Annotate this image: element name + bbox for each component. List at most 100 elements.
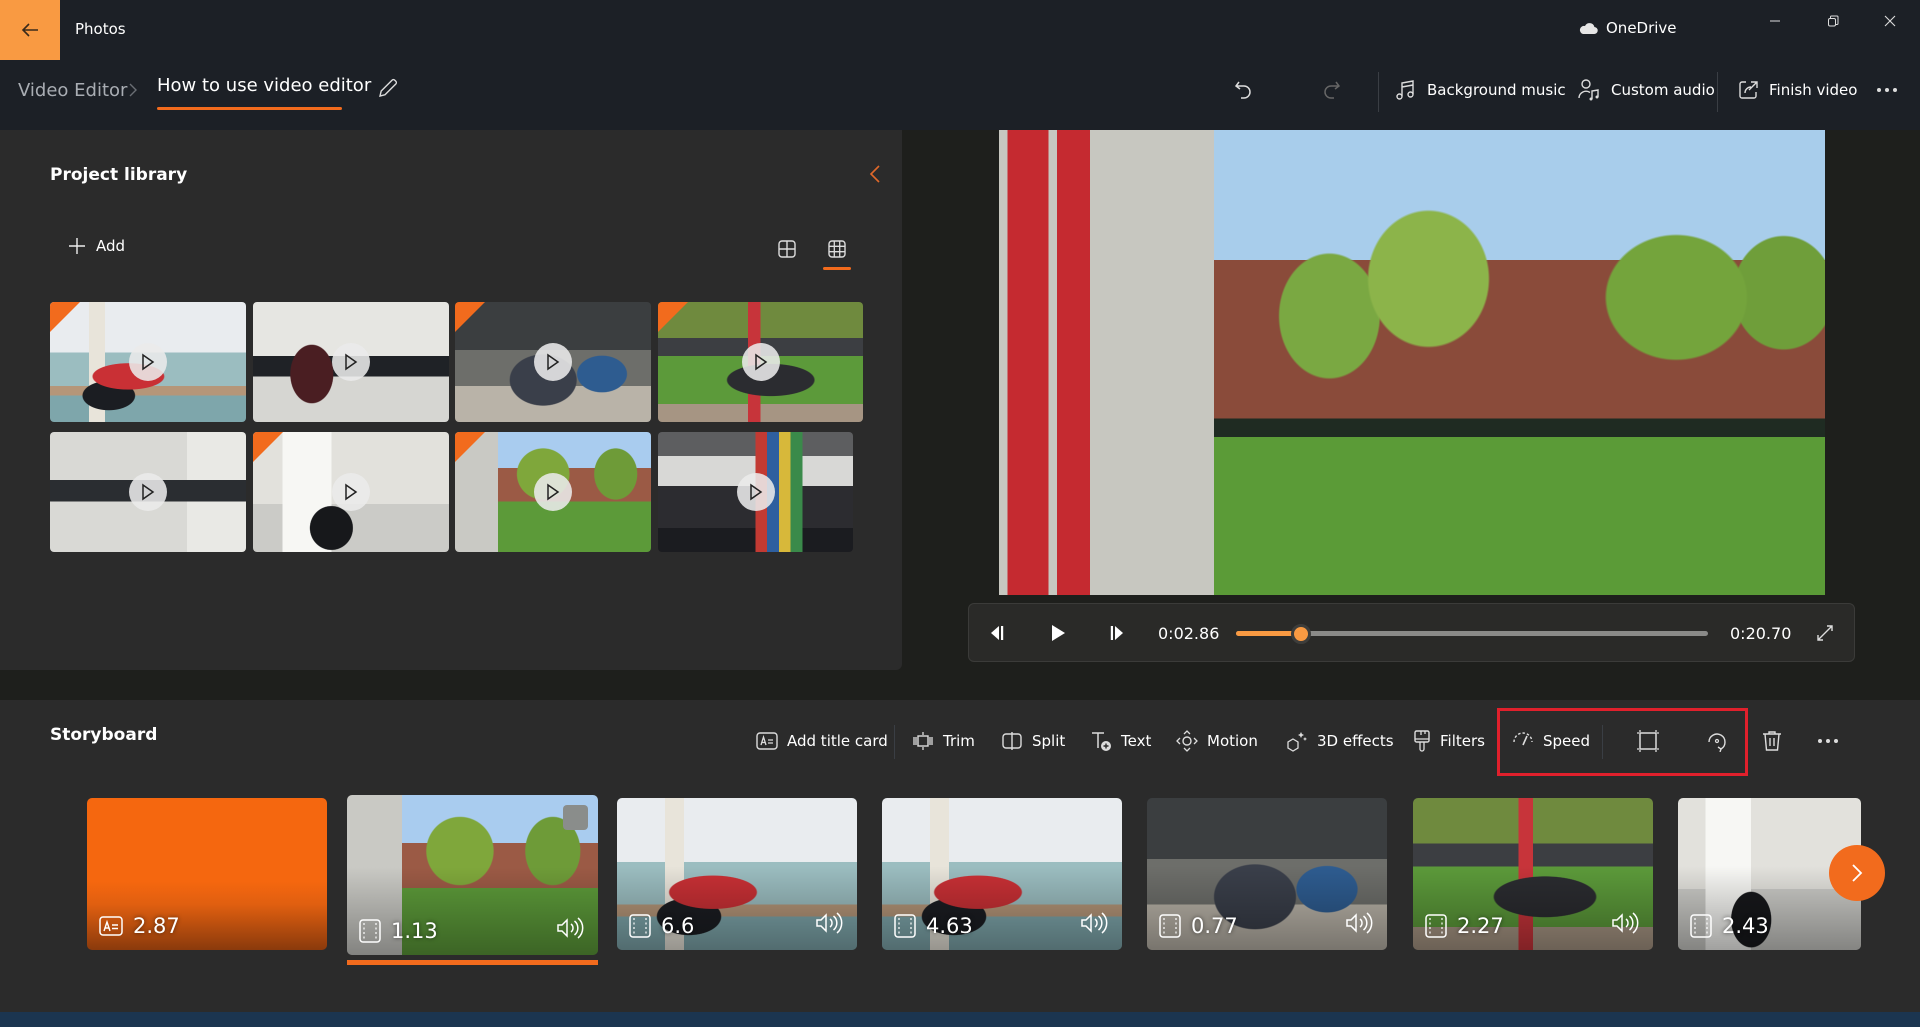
play-icon: [332, 343, 370, 381]
library-item[interactable]: [658, 302, 863, 422]
film-icon: [1159, 914, 1181, 938]
speaker-icon[interactable]: [1611, 912, 1639, 934]
library-item[interactable]: [50, 432, 246, 552]
filters-button[interactable]: Filters: [1413, 723, 1485, 759]
library-item[interactable]: [455, 432, 651, 552]
project-title[interactable]: How to use video editor: [157, 75, 371, 96]
speaker-icon[interactable]: [815, 912, 843, 934]
in-storyboard-badge: [50, 302, 80, 332]
next-frame-button[interactable]: [1102, 618, 1132, 648]
storyboard-clip[interactable]: 2.27: [1413, 798, 1653, 950]
more-options-button[interactable]: [1876, 73, 1898, 107]
storyboard-clip[interactable]: 6.6: [617, 798, 857, 950]
chevron-left-icon: [869, 165, 880, 183]
small-grid-view-button[interactable]: [824, 236, 850, 262]
clip-label: 2.87: [99, 914, 180, 938]
grid-2x2-icon: [778, 240, 796, 258]
trash-icon: [1763, 731, 1781, 751]
add-label: Add: [96, 237, 126, 255]
onedrive-button[interactable]: OneDrive: [1578, 19, 1677, 37]
storyboard-clip-title-card[interactable]: 2.87: [87, 798, 327, 950]
speaker-icon[interactable]: [556, 917, 584, 939]
chevron-right-icon: [129, 83, 137, 97]
storyboard-clip[interactable]: 4.63: [882, 798, 1122, 950]
remove-black-bars-button[interactable]: [1636, 723, 1660, 759]
close-window-button[interactable]: [1862, 0, 1918, 42]
redo-button[interactable]: [1320, 73, 1342, 107]
clip-label: 6.6: [629, 914, 694, 938]
trim-icon: [913, 732, 933, 750]
minimize-button[interactable]: [1747, 0, 1803, 42]
speed-label: Speed: [1543, 732, 1591, 750]
clip-select-checkbox[interactable]: [563, 805, 588, 830]
close-icon: [1884, 15, 1896, 27]
undo-button[interactable]: [1233, 73, 1255, 107]
custom-audio-button[interactable]: Custom audio: [1577, 73, 1715, 107]
library-item[interactable]: [253, 432, 449, 552]
speed-button[interactable]: Speed: [1512, 723, 1590, 759]
onedrive-label: OneDrive: [1606, 19, 1677, 37]
restore-button[interactable]: [1805, 0, 1861, 42]
seek-handle[interactable]: [1291, 624, 1312, 644]
play-icon: [534, 343, 572, 381]
background-music-label: Background music: [1427, 81, 1566, 99]
split-label: Split: [1032, 732, 1066, 750]
delete-clip-button[interactable]: [1762, 723, 1782, 759]
plus-icon: [69, 238, 85, 254]
library-item[interactable]: [50, 302, 246, 422]
storyboard-clip[interactable]: 0.77: [1147, 798, 1387, 950]
add-media-button[interactable]: Add: [68, 237, 125, 255]
crop-frame-icon: [1637, 730, 1659, 752]
text-button[interactable]: Text: [1090, 723, 1151, 759]
rotate-button[interactable]: [1706, 723, 1728, 759]
video-preview[interactable]: [999, 130, 1825, 595]
music-note-icon: [1396, 80, 1414, 100]
undo-icon: [1234, 81, 1251, 99]
clip-duration: 2.27: [1457, 914, 1504, 938]
background-music-button[interactable]: Background music: [1395, 73, 1566, 107]
motion-button[interactable]: Motion: [1176, 723, 1258, 759]
film-icon: [629, 914, 651, 938]
large-grid-view-button[interactable]: [774, 236, 800, 262]
selected-clip-indicator: [347, 960, 598, 965]
split-button[interactable]: Split: [1001, 723, 1065, 759]
storyboard-more-button[interactable]: [1817, 723, 1839, 759]
arrow-left-icon: [21, 23, 38, 37]
more-horizontal-icon: [1818, 739, 1838, 743]
3d-effects-button[interactable]: 3D effects: [1286, 723, 1394, 759]
speaker-icon[interactable]: [1080, 912, 1108, 934]
trim-button[interactable]: Trim: [912, 723, 975, 759]
library-item[interactable]: [253, 302, 449, 422]
breadcrumb-video-editor[interactable]: Video Editor: [18, 80, 127, 101]
play-icon: [1052, 625, 1065, 641]
add-title-card-button[interactable]: Add title card: [756, 723, 888, 759]
storyboard-next-button[interactable]: [1829, 845, 1885, 901]
breadcrumb-separator: [128, 80, 138, 100]
library-item[interactable]: [455, 302, 651, 422]
title-card-icon: [756, 732, 778, 750]
library-item[interactable]: [658, 432, 853, 552]
play-button[interactable]: [1043, 618, 1073, 648]
paintbrush-icon: [1414, 730, 1430, 752]
finish-video-button[interactable]: Finish video: [1737, 73, 1857, 107]
restore-icon: [1828, 15, 1839, 27]
previous-frame-button[interactable]: [982, 618, 1012, 648]
back-button[interactable]: [0, 0, 60, 60]
divider: [1717, 72, 1718, 112]
rename-project-button[interactable]: [376, 76, 404, 104]
clip-label: 4.63: [894, 914, 973, 938]
filters-label: Filters: [1440, 732, 1485, 750]
film-icon: [1690, 914, 1712, 938]
storyboard-clip[interactable]: 1.13: [347, 795, 598, 955]
speaker-icon[interactable]: [1345, 912, 1373, 934]
in-storyboard-badge: [658, 302, 688, 332]
motion-icon: [1176, 730, 1198, 752]
project-title-underline: [157, 107, 342, 110]
expand-icon: [1817, 625, 1833, 641]
fullscreen-button[interactable]: [1810, 618, 1840, 648]
custom-audio-label: Custom audio: [1611, 81, 1715, 99]
collapse-library-button[interactable]: [868, 163, 888, 187]
redo-icon: [1324, 81, 1341, 99]
play-icon: [534, 473, 572, 511]
storyboard-title: Storyboard: [50, 725, 158, 745]
